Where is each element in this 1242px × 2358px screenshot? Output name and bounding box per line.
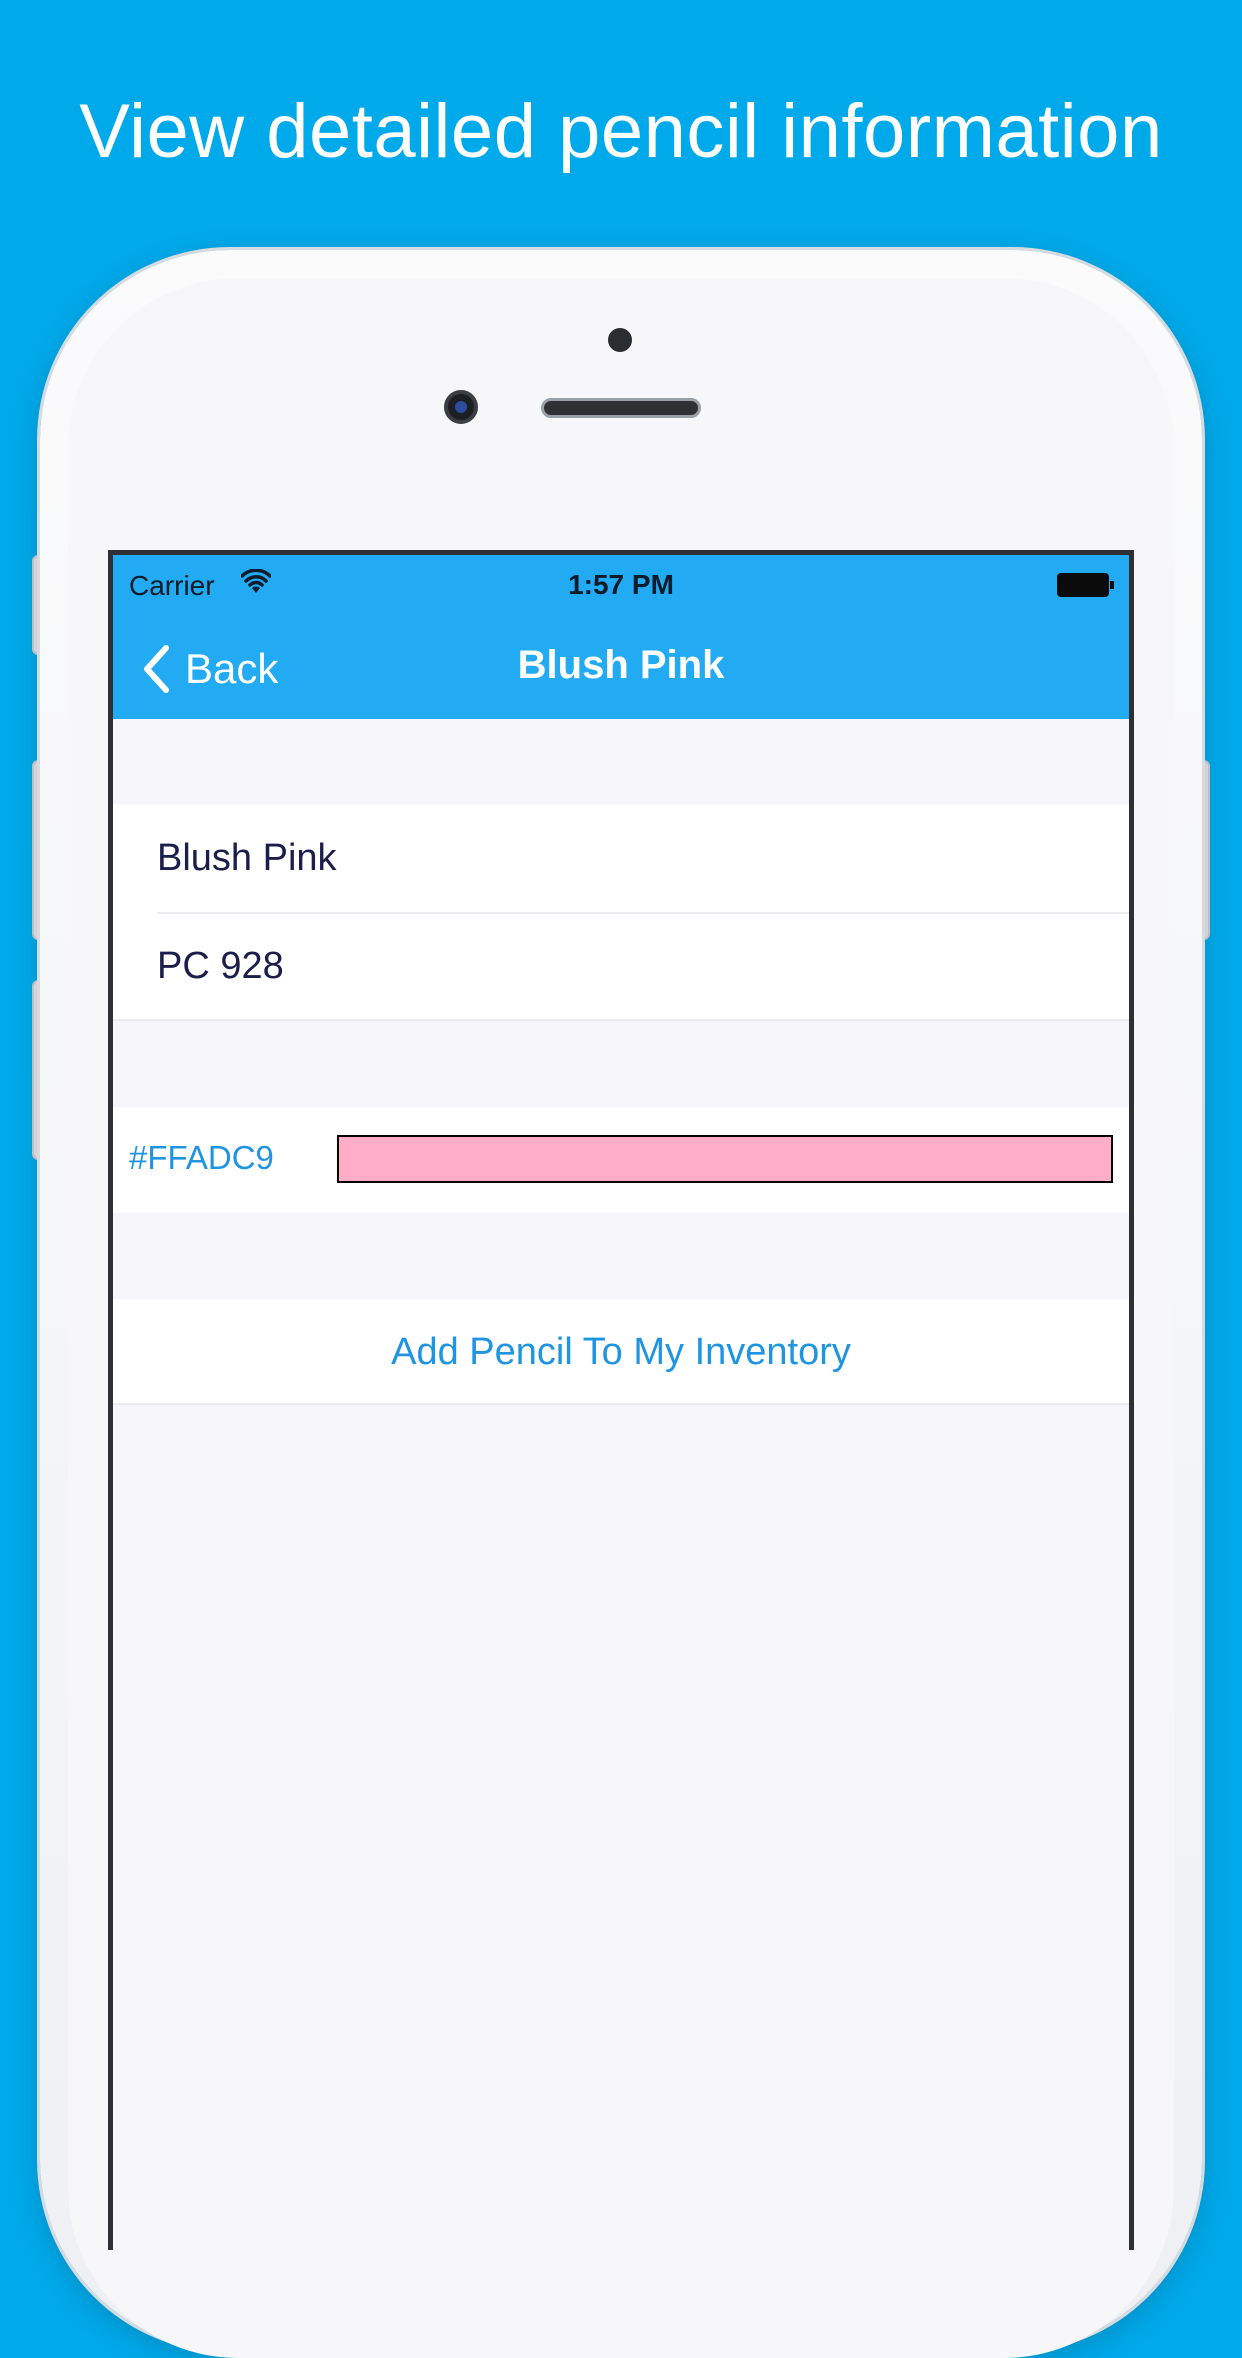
marketing-headline: View detailed pencil information <box>79 89 1163 174</box>
pencil-name: Blush Pink <box>157 837 337 879</box>
page-title: Blush Pink <box>517 643 725 687</box>
navigation-bar: Carrier 1:57 PM Back Blush Pink <box>113 555 1129 719</box>
pencil-code: PC 928 <box>157 945 284 987</box>
proximity-sensor <box>608 328 632 352</box>
actions-section: Add Pencil To My Inventory <box>113 1299 1129 1405</box>
color-section: #FFADC9 <box>113 1107 1129 1213</box>
add-to-inventory-button[interactable]: Add Pencil To My Inventory <box>113 1299 1129 1405</box>
section-divider <box>113 1019 1129 1021</box>
earpiece-speaker <box>541 398 701 418</box>
status-bar: Carrier 1:57 PM <box>113 555 1129 615</box>
pencil-code-cell: PC 928 <box>113 913 1129 1021</box>
front-camera-icon <box>444 390 478 424</box>
pencil-name-cell: Blush Pink <box>113 805 1129 914</box>
nav-row: Back Blush Pink <box>113 615 1129 719</box>
phone-screen: Carrier 1:57 PM Back Blush Pink Blush Pi… <box>108 550 1134 2250</box>
detail-content: Blush Pink PC 928 #FFADC9 Add Pencil To … <box>113 719 1129 2250</box>
color-swatch <box>337 1135 1113 1183</box>
hex-color-label: #FFADC9 <box>129 1139 274 1176</box>
status-time: 1:57 PM <box>568 569 674 600</box>
battery-icon <box>1057 573 1114 597</box>
section-divider <box>113 1403 1129 1405</box>
pencil-info-section: Blush Pink PC 928 <box>113 805 1129 1021</box>
